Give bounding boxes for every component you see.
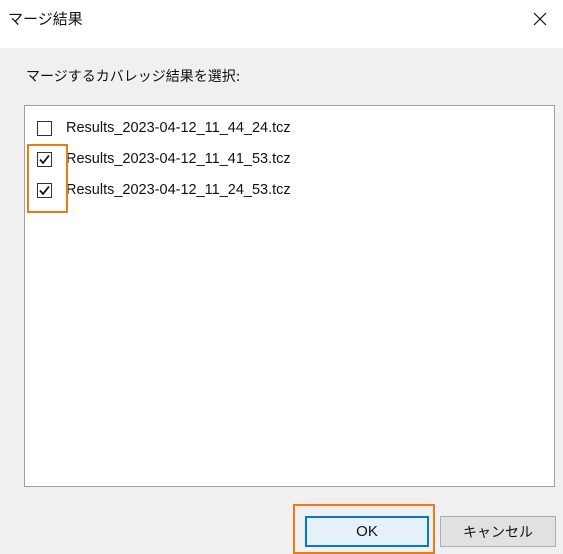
merge-results-dialog: マージ結果 マージするカバレッジ結果を選択: Results_2023-04-1… [0,0,563,554]
checkbox-unchecked[interactable] [37,120,52,136]
coverage-results-list[interactable]: Results_2023-04-12_11_44_24.tcz Results_… [24,105,555,487]
select-prompt-label: マージするカバレッジ結果を選択: [26,69,241,85]
list-item[interactable]: Results_2023-04-12_11_24_53.tcz [37,179,291,201]
file-label: Results_2023-04-12_11_44_24.tcz [66,120,291,136]
checkmark-icon [39,185,50,195]
ok-button[interactable]: OK [305,516,429,547]
list-item[interactable]: Results_2023-04-12_11_44_24.tcz [37,117,291,139]
file-label: Results_2023-04-12_11_41_53.tcz [66,151,291,167]
cancel-button-label: キャンセル [463,524,533,541]
dialog-content: マージするカバレッジ結果を選択: Results_2023-04-12_11_4… [0,48,563,554]
cancel-button[interactable]: キャンセル [440,516,556,547]
checkbox-checked[interactable] [37,182,52,198]
file-label: Results_2023-04-12_11_24_53.tcz [66,182,291,198]
close-icon [533,12,547,26]
list-item[interactable]: Results_2023-04-12_11_41_53.tcz [37,148,291,170]
dialog-title: マージ結果 [8,10,83,28]
close-button[interactable] [517,0,563,38]
checkmark-icon [39,154,50,164]
ok-button-label: OK [356,523,378,540]
checkbox-checked[interactable] [37,151,52,167]
title-bar: マージ結果 [0,0,563,48]
